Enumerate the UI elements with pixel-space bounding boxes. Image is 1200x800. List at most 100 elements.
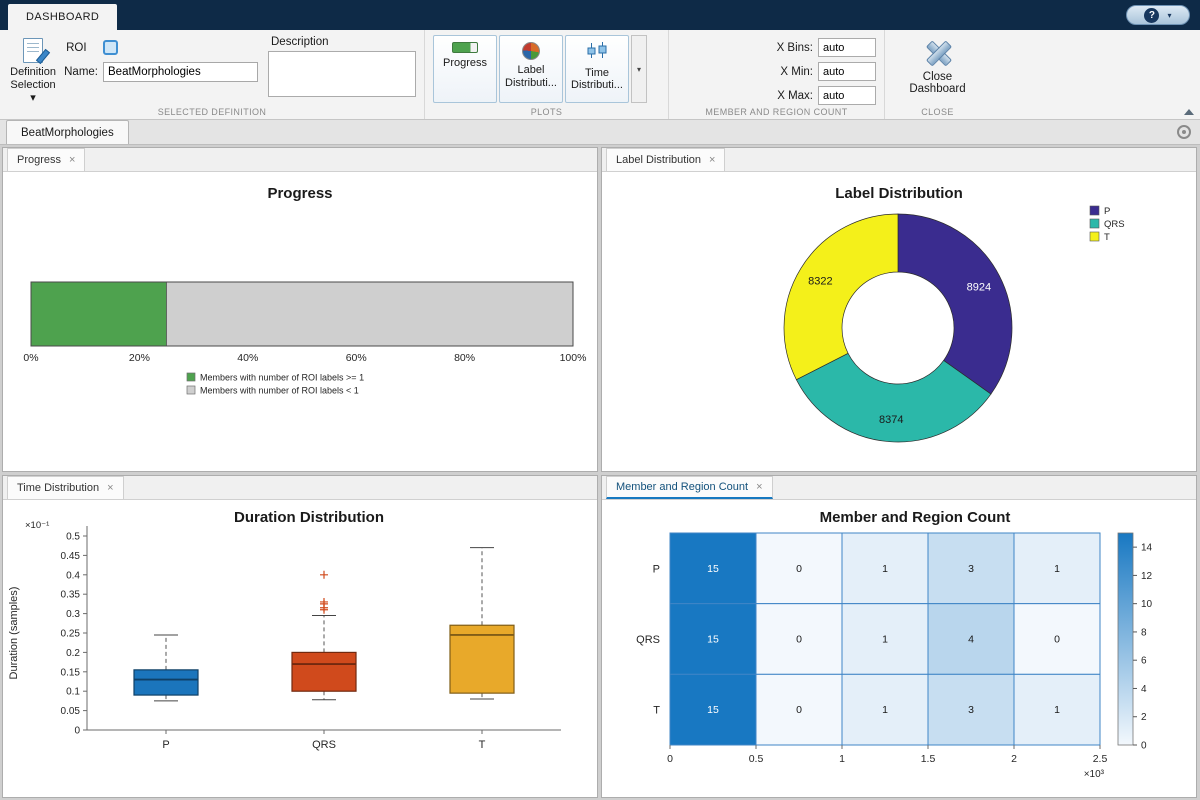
svg-text:0.3: 0.3 xyxy=(66,609,80,620)
svg-text:8322: 8322 xyxy=(808,275,832,287)
progress-plot-label: Progress xyxy=(443,57,487,70)
close-icon[interactable]: × xyxy=(107,482,113,494)
svg-text:1: 1 xyxy=(882,563,888,575)
svg-text:Duration (samples): Duration (samples) xyxy=(8,587,20,680)
box xyxy=(134,670,198,695)
svg-text:0.5: 0.5 xyxy=(749,753,764,765)
tab-label-distribution-label: Label Distribution xyxy=(616,154,701,166)
roi-row: ROI xyxy=(64,40,258,55)
colorbar xyxy=(1118,533,1133,745)
svg-text:0: 0 xyxy=(1141,741,1147,752)
tab-label-distribution[interactable]: Label Distribution × xyxy=(606,148,725,171)
close-icon[interactable]: × xyxy=(69,154,75,166)
svg-text:0.4: 0.4 xyxy=(66,570,80,581)
tab-progress[interactable]: Progress × xyxy=(7,148,85,171)
svg-text:40%: 40% xyxy=(237,352,258,364)
doc-tab-label: BeatMorphologies xyxy=(21,127,114,139)
progress-plot-button[interactable]: Progress xyxy=(433,35,497,103)
close-icon[interactable]: × xyxy=(709,154,715,166)
svg-text:10: 10 xyxy=(1141,599,1153,610)
svg-text:QRS: QRS xyxy=(1104,219,1125,230)
svg-text:15: 15 xyxy=(707,563,719,575)
svg-text:80%: 80% xyxy=(454,352,475,364)
tab-member-region-count[interactable]: Member and Region Count × xyxy=(606,476,773,499)
svg-text:×10⁻¹: ×10⁻¹ xyxy=(25,520,49,531)
chart-svg: Member and Region Count150131P150140QRS1… xyxy=(602,500,1196,796)
svg-text:0: 0 xyxy=(796,634,802,646)
svg-text:×10³: ×10³ xyxy=(1084,769,1105,780)
close-dashboard-icon xyxy=(925,40,951,66)
label-distribution-plot-button[interactable]: Label Distributi... xyxy=(499,35,563,103)
collapse-ribbon-button[interactable] xyxy=(1184,109,1194,115)
member-region-count-chart: Member and Region Count150131P150140QRS1… xyxy=(602,500,1196,797)
member-region-count-panel-body: Member and Region Count150131P150140QRS1… xyxy=(602,500,1196,797)
help-button[interactable]: ? ▾ xyxy=(1126,5,1190,25)
time-distribution-panel-tabbar: Time Distribution × xyxy=(3,476,597,500)
progress-panel: Progress × Progress0%20%40%60%80%100%Mem… xyxy=(2,147,598,472)
svg-text:0: 0 xyxy=(74,726,80,737)
chart-svg: Progress0%20%40%60%80%100%Members with n… xyxy=(3,172,597,470)
plots-gallery-dropdown-button[interactable]: ▾ xyxy=(631,35,647,103)
x-min-input[interactable] xyxy=(818,62,876,81)
progress-filled-bar xyxy=(31,282,167,346)
document-tab-strip: BeatMorphologies xyxy=(0,120,1200,145)
close-dashboard-button[interactable]: Close Dashboard xyxy=(893,35,982,100)
svg-text:4: 4 xyxy=(968,634,974,646)
layout-options-icon[interactable] xyxy=(1177,125,1191,139)
group-caption-plots: PLOTS xyxy=(425,107,668,117)
x-min-row: X Min: xyxy=(677,62,876,81)
svg-text:0.15: 0.15 xyxy=(61,667,81,678)
svg-text:0.25: 0.25 xyxy=(61,629,81,640)
progress-plot-icon xyxy=(452,42,478,53)
label-distribution-panel-tabbar: Label Distribution × xyxy=(602,148,1196,172)
svg-text:12: 12 xyxy=(1141,571,1153,582)
svg-text:1: 1 xyxy=(1054,563,1060,575)
chart-title: Progress xyxy=(267,185,332,202)
description-input[interactable] xyxy=(268,51,416,97)
svg-text:2: 2 xyxy=(1011,753,1017,765)
group-caption-close: CLOSE xyxy=(885,107,990,117)
doc-tab-beatmorphologies[interactable]: BeatMorphologies xyxy=(6,120,129,144)
svg-text:1: 1 xyxy=(882,704,888,716)
ribbon-tab-dashboard[interactable]: DASHBOARD xyxy=(8,4,117,30)
x-bins-label: X Bins: xyxy=(677,42,813,54)
group-caption-member-region: MEMBER AND REGION COUNT xyxy=(669,107,884,117)
definition-name-input[interactable] xyxy=(103,62,258,82)
tab-time-distribution-label: Time Distribution xyxy=(17,482,99,494)
svg-text:0%: 0% xyxy=(23,352,38,364)
label-distribution-panel-body: Label Distribution892483748322PQRST xyxy=(602,172,1196,471)
svg-text:100%: 100% xyxy=(560,352,587,364)
svg-text:P: P xyxy=(162,739,169,751)
svg-text:1: 1 xyxy=(1054,704,1060,716)
time-distribution-panel: Time Distribution × Duration Distributio… xyxy=(2,475,598,798)
outlier-marker xyxy=(320,571,328,579)
x-max-label: X Max: xyxy=(677,90,813,102)
x-bins-input[interactable] xyxy=(818,38,876,57)
progress-panel-body: Progress0%20%40%60%80%100%Members with n… xyxy=(3,172,597,471)
svg-text:15: 15 xyxy=(707,634,719,646)
tab-time-distribution[interactable]: Time Distribution × xyxy=(7,476,124,499)
svg-text:6: 6 xyxy=(1141,656,1147,667)
description-fields: Description xyxy=(268,35,416,102)
definition-selection-button[interactable]: Definition Selection ▾ xyxy=(8,35,58,106)
definition-page-icon xyxy=(23,38,43,63)
svg-text:8: 8 xyxy=(1141,627,1147,638)
svg-text:0: 0 xyxy=(667,753,673,765)
ribbon-tab-dashboard-label: DASHBOARD xyxy=(26,11,99,23)
svg-text:0.05: 0.05 xyxy=(61,706,81,717)
close-icon[interactable]: × xyxy=(756,481,762,493)
box xyxy=(292,652,356,691)
ribbon-group-plots: Progress Label Distributi... T xyxy=(424,30,668,119)
svg-text:60%: 60% xyxy=(346,352,367,364)
svg-text:Members with number of ROI lab: Members with number of ROI labels >= 1 xyxy=(200,373,364,383)
outlier-marker xyxy=(320,598,328,606)
roi-type-icon xyxy=(103,40,118,55)
chart-title: Duration Distribution xyxy=(234,509,384,526)
svg-text:2.5: 2.5 xyxy=(1093,753,1108,765)
svg-text:0.5: 0.5 xyxy=(66,532,80,543)
time-distribution-plot-button[interactable]: Time Distributi... xyxy=(565,35,629,103)
name-label: Name: xyxy=(64,66,98,78)
member-region-count-panel: Member and Region Count × Member and Reg… xyxy=(601,475,1197,798)
x-max-input[interactable] xyxy=(818,86,876,105)
svg-text:8374: 8374 xyxy=(879,414,903,426)
